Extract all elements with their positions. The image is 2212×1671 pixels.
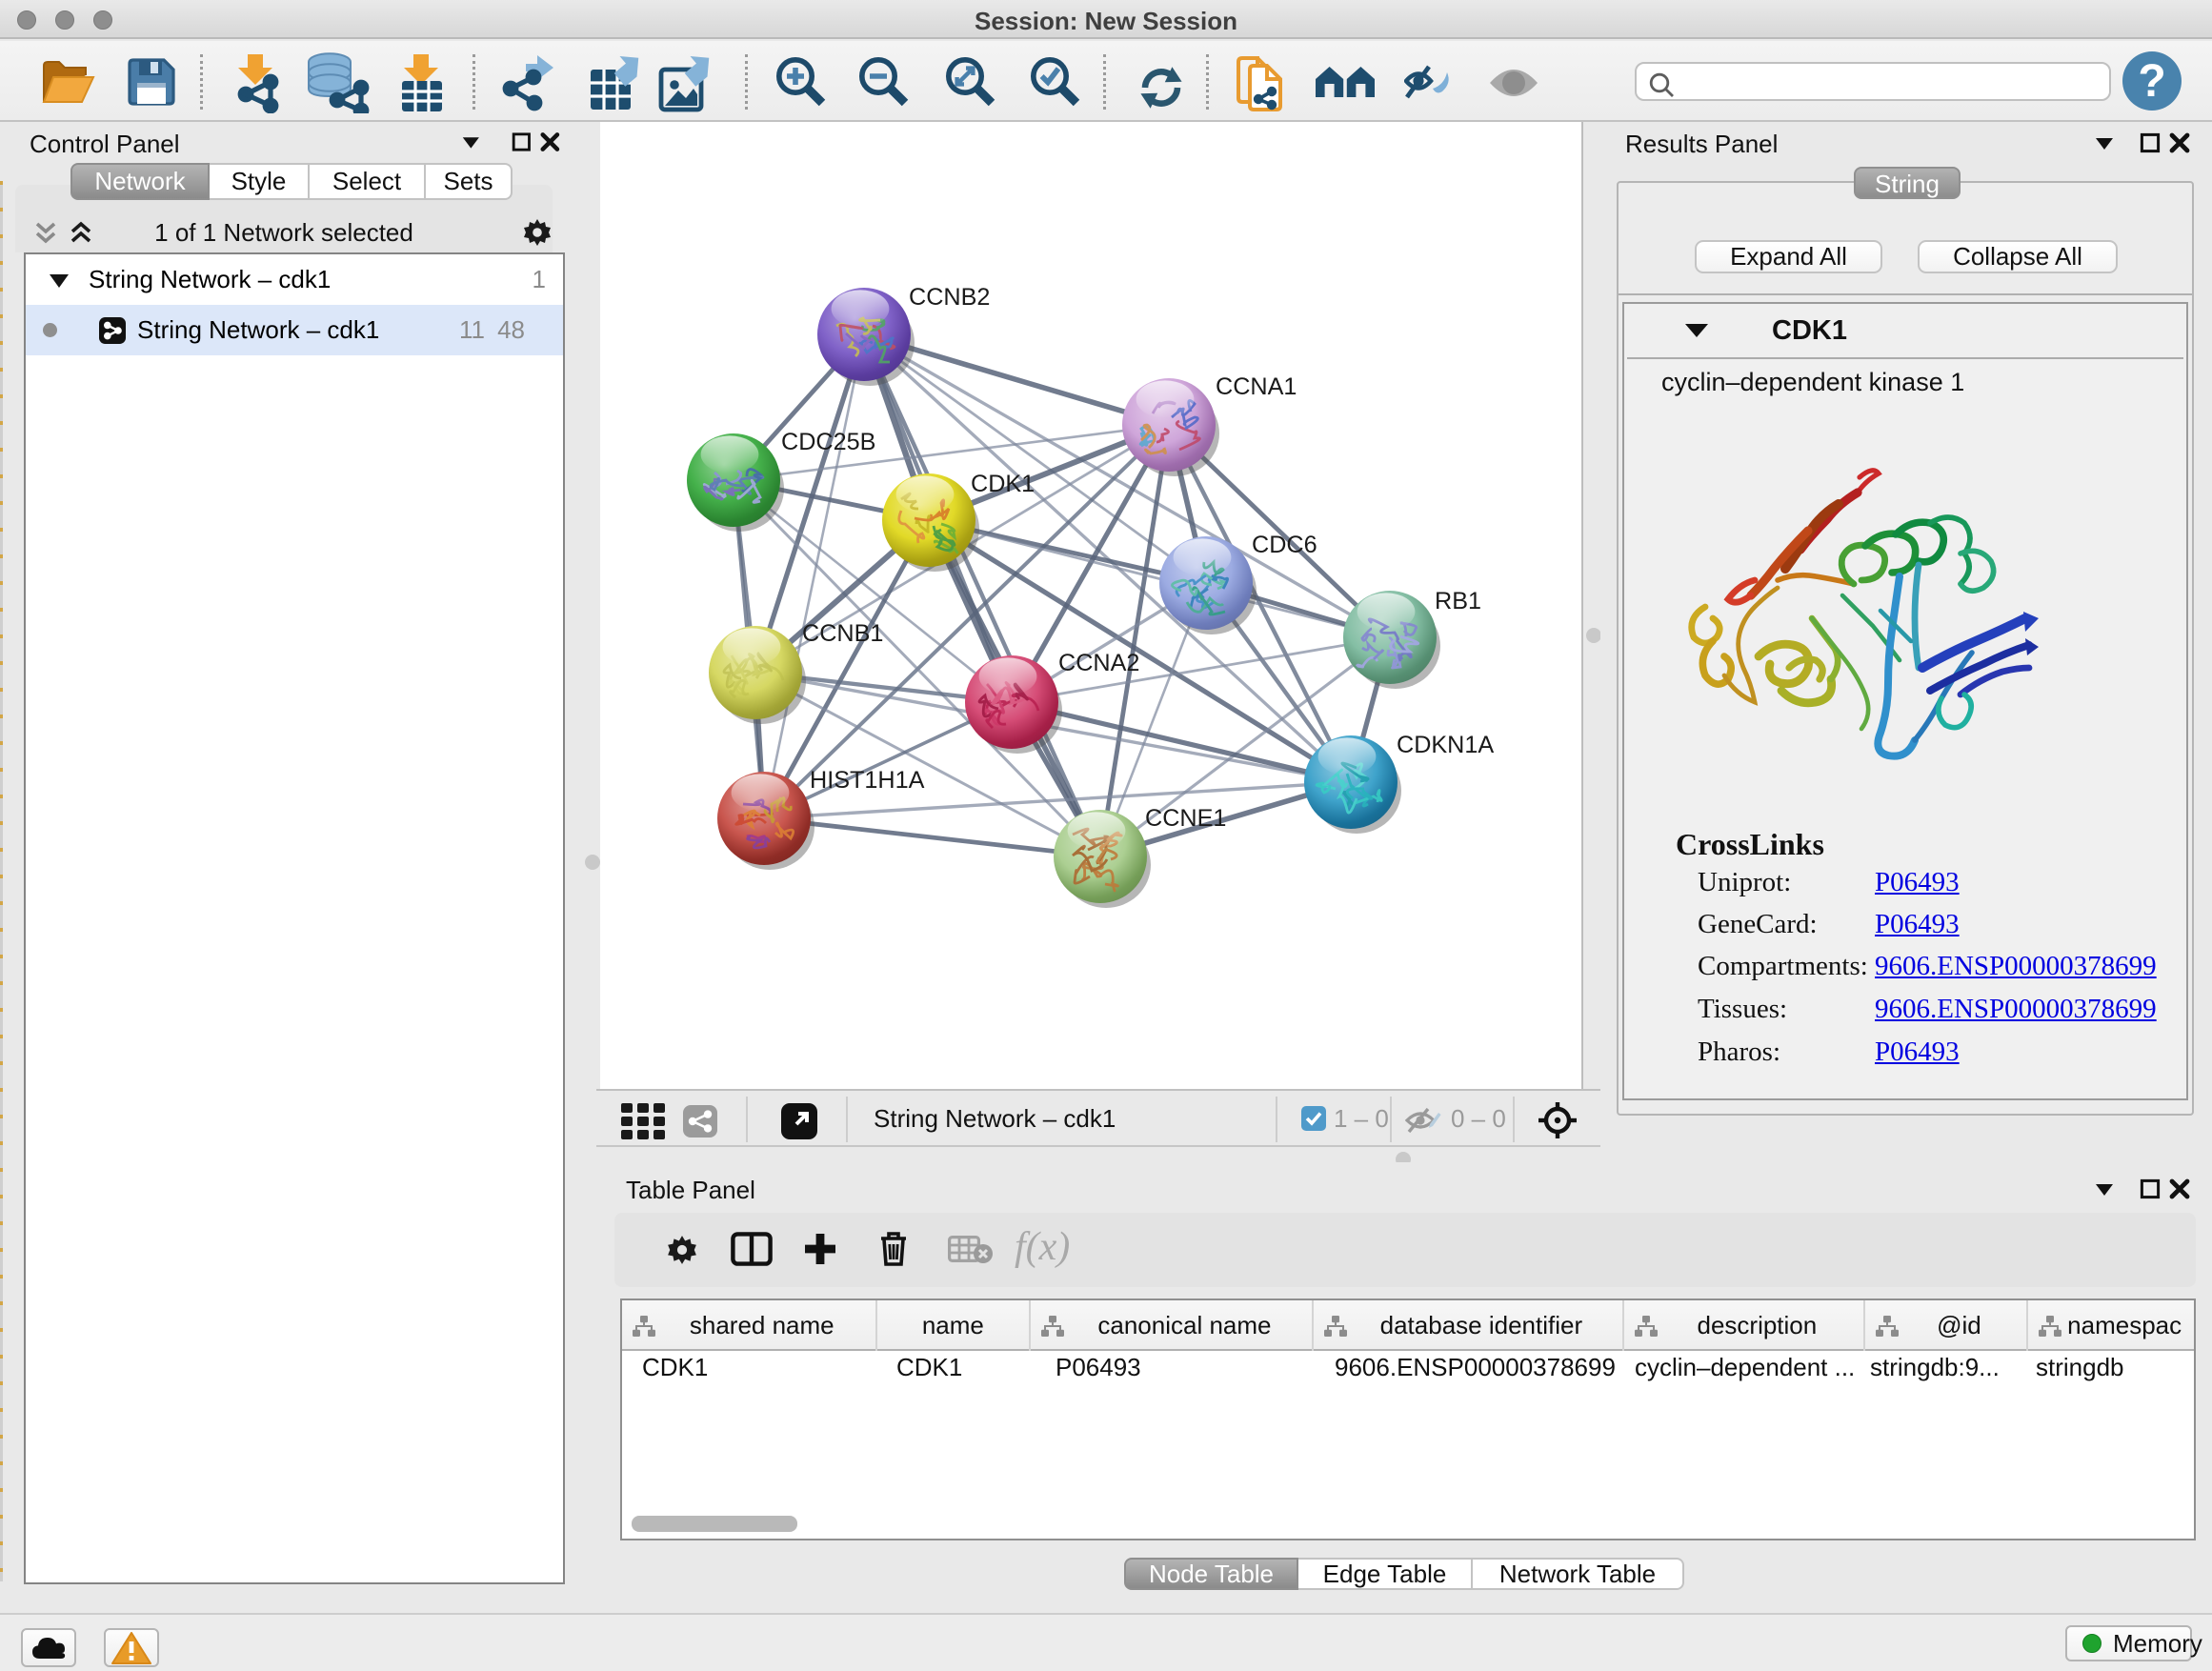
svg-text:CCNB2: CCNB2 [909, 284, 990, 311]
svg-text:CDK1: CDK1 [971, 471, 1035, 497]
svg-text:CCNE1: CCNE1 [1145, 805, 1226, 832]
svg-text:CCNA2: CCNA2 [1058, 650, 1139, 676]
svg-text:CDC25B: CDC25B [781, 429, 875, 455]
svg-text:HIST1H1A: HIST1H1A [810, 767, 925, 794]
svg-text:CCNA1: CCNA1 [1216, 373, 1297, 400]
svg-text:CCNB1: CCNB1 [802, 620, 883, 647]
svg-text:?: ? [2138, 56, 2165, 107]
svg-text:CDC6: CDC6 [1252, 532, 1317, 558]
svg-text:RB1: RB1 [1435, 588, 1481, 614]
svg-text:CDKN1A: CDKN1A [1397, 732, 1494, 758]
